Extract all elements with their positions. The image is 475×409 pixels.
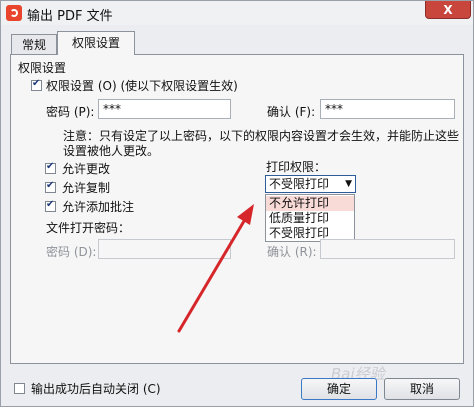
ok-button[interactable]: 确定	[301, 378, 377, 400]
auto-close-label: 输出成功后自动关闭 (C)	[31, 382, 161, 396]
annotation-arrow	[177, 204, 254, 333]
tab-permission-settings[interactable]: 权限设置	[57, 31, 135, 55]
cancel-button[interactable]: 取消	[384, 378, 460, 400]
export-pdf-dialog: 输出 PDF 文件 X 常规 权限设置 权限设置 权限设置 (O) (使以下权限…	[0, 0, 474, 407]
auto-close-checkbox[interactable]	[14, 383, 25, 394]
